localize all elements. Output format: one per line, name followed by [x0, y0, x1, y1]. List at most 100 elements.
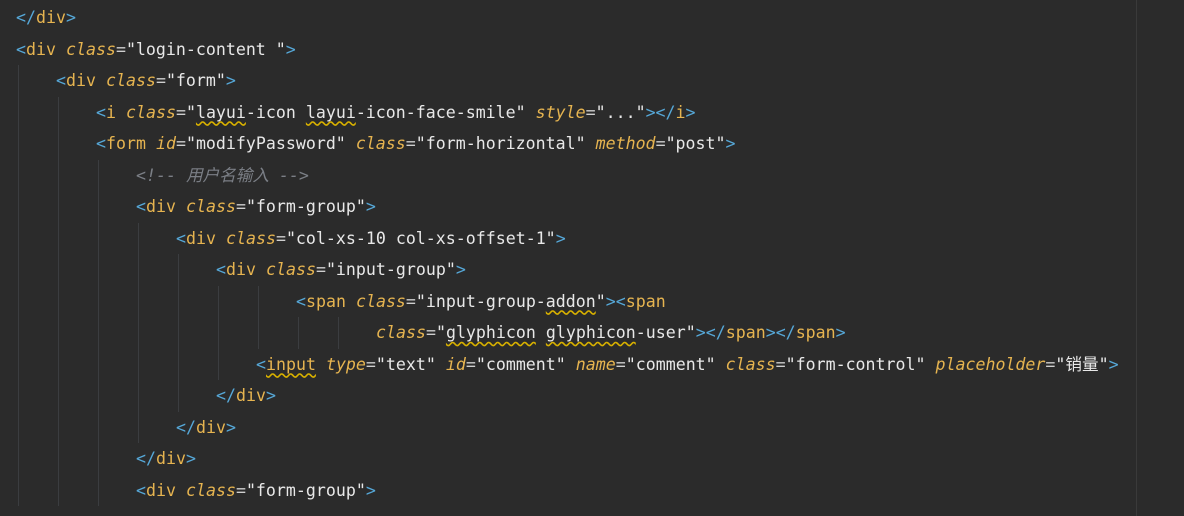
code-line[interactable]: <form id="modifyPassword" class="form-ho…: [96, 128, 736, 159]
code-token: span: [625, 291, 666, 311]
indent-guide: [18, 65, 19, 506]
code-token: id: [445, 354, 466, 374]
code-token: <: [96, 102, 106, 122]
code-token: class: [126, 102, 176, 122]
code-line[interactable]: <i class="layui-icon layui-icon-face-smi…: [96, 97, 696, 128]
code-token: <: [96, 134, 106, 153]
code-line[interactable]: <div class="login-content ">: [16, 34, 296, 65]
code-token: "post": [665, 134, 726, 153]
code-token: =: [175, 134, 186, 153]
code-token: =: [655, 134, 666, 153]
code-token: div: [146, 197, 176, 216]
code-line[interactable]: <div class="input-group">: [216, 254, 466, 285]
code-token: "modifyPassword": [185, 134, 346, 153]
code-token: >: [725, 134, 736, 153]
code-token: <: [296, 291, 306, 311]
code-token: div: [35, 8, 66, 27]
code-line[interactable]: <span class="input-group-addon"><span: [296, 286, 666, 317]
code-token: >: [835, 323, 846, 342]
code-token: "comment": [475, 354, 566, 374]
code-token: <!-- 用户名输入 -->: [136, 165, 309, 185]
code-line[interactable]: <!-- 用户名输入 -->: [136, 160, 309, 191]
code-token: <: [16, 39, 26, 59]
code-token: >: [285, 39, 296, 59]
code-token: div: [226, 260, 256, 279]
code-token: ></: [695, 323, 726, 342]
code-token: div: [155, 449, 186, 468]
code-token: "form-control": [785, 354, 926, 374]
code-token: =: [235, 197, 246, 216]
code-token: =: [235, 480, 246, 500]
code-token: =: [465, 354, 476, 374]
indent-guide: [58, 96, 59, 506]
code-token: ": [435, 323, 446, 342]
code-token: =: [315, 260, 326, 279]
code-token: i: [675, 102, 686, 122]
code-token: div: [235, 386, 266, 405]
code-token: "col-xs-10 col-xs-offset-1": [285, 228, 556, 248]
code-token: glyphicon: [445, 323, 536, 342]
code-token: span: [795, 323, 836, 342]
indent-guide: [258, 285, 259, 349]
code-token: "form-group": [245, 480, 366, 500]
code-line[interactable]: <div class="form-group">: [136, 191, 376, 222]
code-token: <: [256, 354, 266, 374]
code-token: -icon-face-smile": [355, 102, 526, 122]
code-line[interactable]: </div>: [176, 412, 236, 443]
code-token: =: [155, 71, 166, 90]
code-token: placeholder: [935, 354, 1046, 374]
code-editor[interactable]: </div> <div class="login-content "> <div c…: [0, 0, 1184, 516]
code-token: <: [136, 197, 146, 216]
code-token: div: [66, 71, 96, 90]
code-token: =: [365, 354, 376, 374]
code-line[interactable]: <div class="form">: [56, 65, 236, 96]
code-token: span: [725, 323, 766, 342]
code-token: </: [176, 417, 196, 437]
code-token: input: [266, 354, 316, 374]
code-token: form: [106, 134, 146, 153]
code-token: >: [1108, 354, 1119, 374]
code-token: method: [595, 134, 656, 153]
code-token: class: [725, 354, 776, 374]
code-line[interactable]: <div class="col-xs-10 col-xs-offset-1">: [176, 223, 566, 254]
code-token: i: [106, 102, 116, 122]
code-token: "form-horizontal": [415, 134, 586, 153]
code-token: glyphicon: [545, 323, 636, 342]
code-line[interactable]: class="glyphicon glyphicon-user"></span>…: [376, 317, 846, 348]
code-line[interactable]: <input type="text" id="comment" name="co…: [256, 349, 1119, 380]
code-token: class: [265, 260, 316, 279]
code-line[interactable]: </div>: [16, 2, 76, 33]
code-token: ></: [645, 102, 676, 122]
code-token: layui: [195, 102, 246, 122]
code-token: type: [325, 354, 366, 374]
code-line[interactable]: </div>: [216, 380, 276, 411]
code-token: ></: [765, 323, 796, 342]
code-line[interactable]: <div class="form-group">: [136, 475, 376, 506]
code-line[interactable]: </div>: [136, 443, 196, 474]
indent-guide: [338, 317, 339, 349]
code-token: >: [555, 228, 566, 248]
code-token: class: [185, 197, 236, 216]
code-token: <: [136, 480, 146, 500]
code-token: >: [225, 417, 236, 437]
code-token: addon: [545, 291, 596, 311]
code-token: =: [115, 39, 126, 59]
code-token: class: [376, 323, 426, 342]
code-token: =: [615, 354, 626, 374]
code-token: =: [275, 228, 286, 248]
code-token: </: [216, 386, 236, 405]
code-token: class: [355, 134, 406, 153]
code-token: class: [225, 228, 276, 248]
code-token: >: [225, 71, 236, 90]
code-token: </: [136, 449, 156, 468]
code-token: <: [56, 71, 66, 90]
